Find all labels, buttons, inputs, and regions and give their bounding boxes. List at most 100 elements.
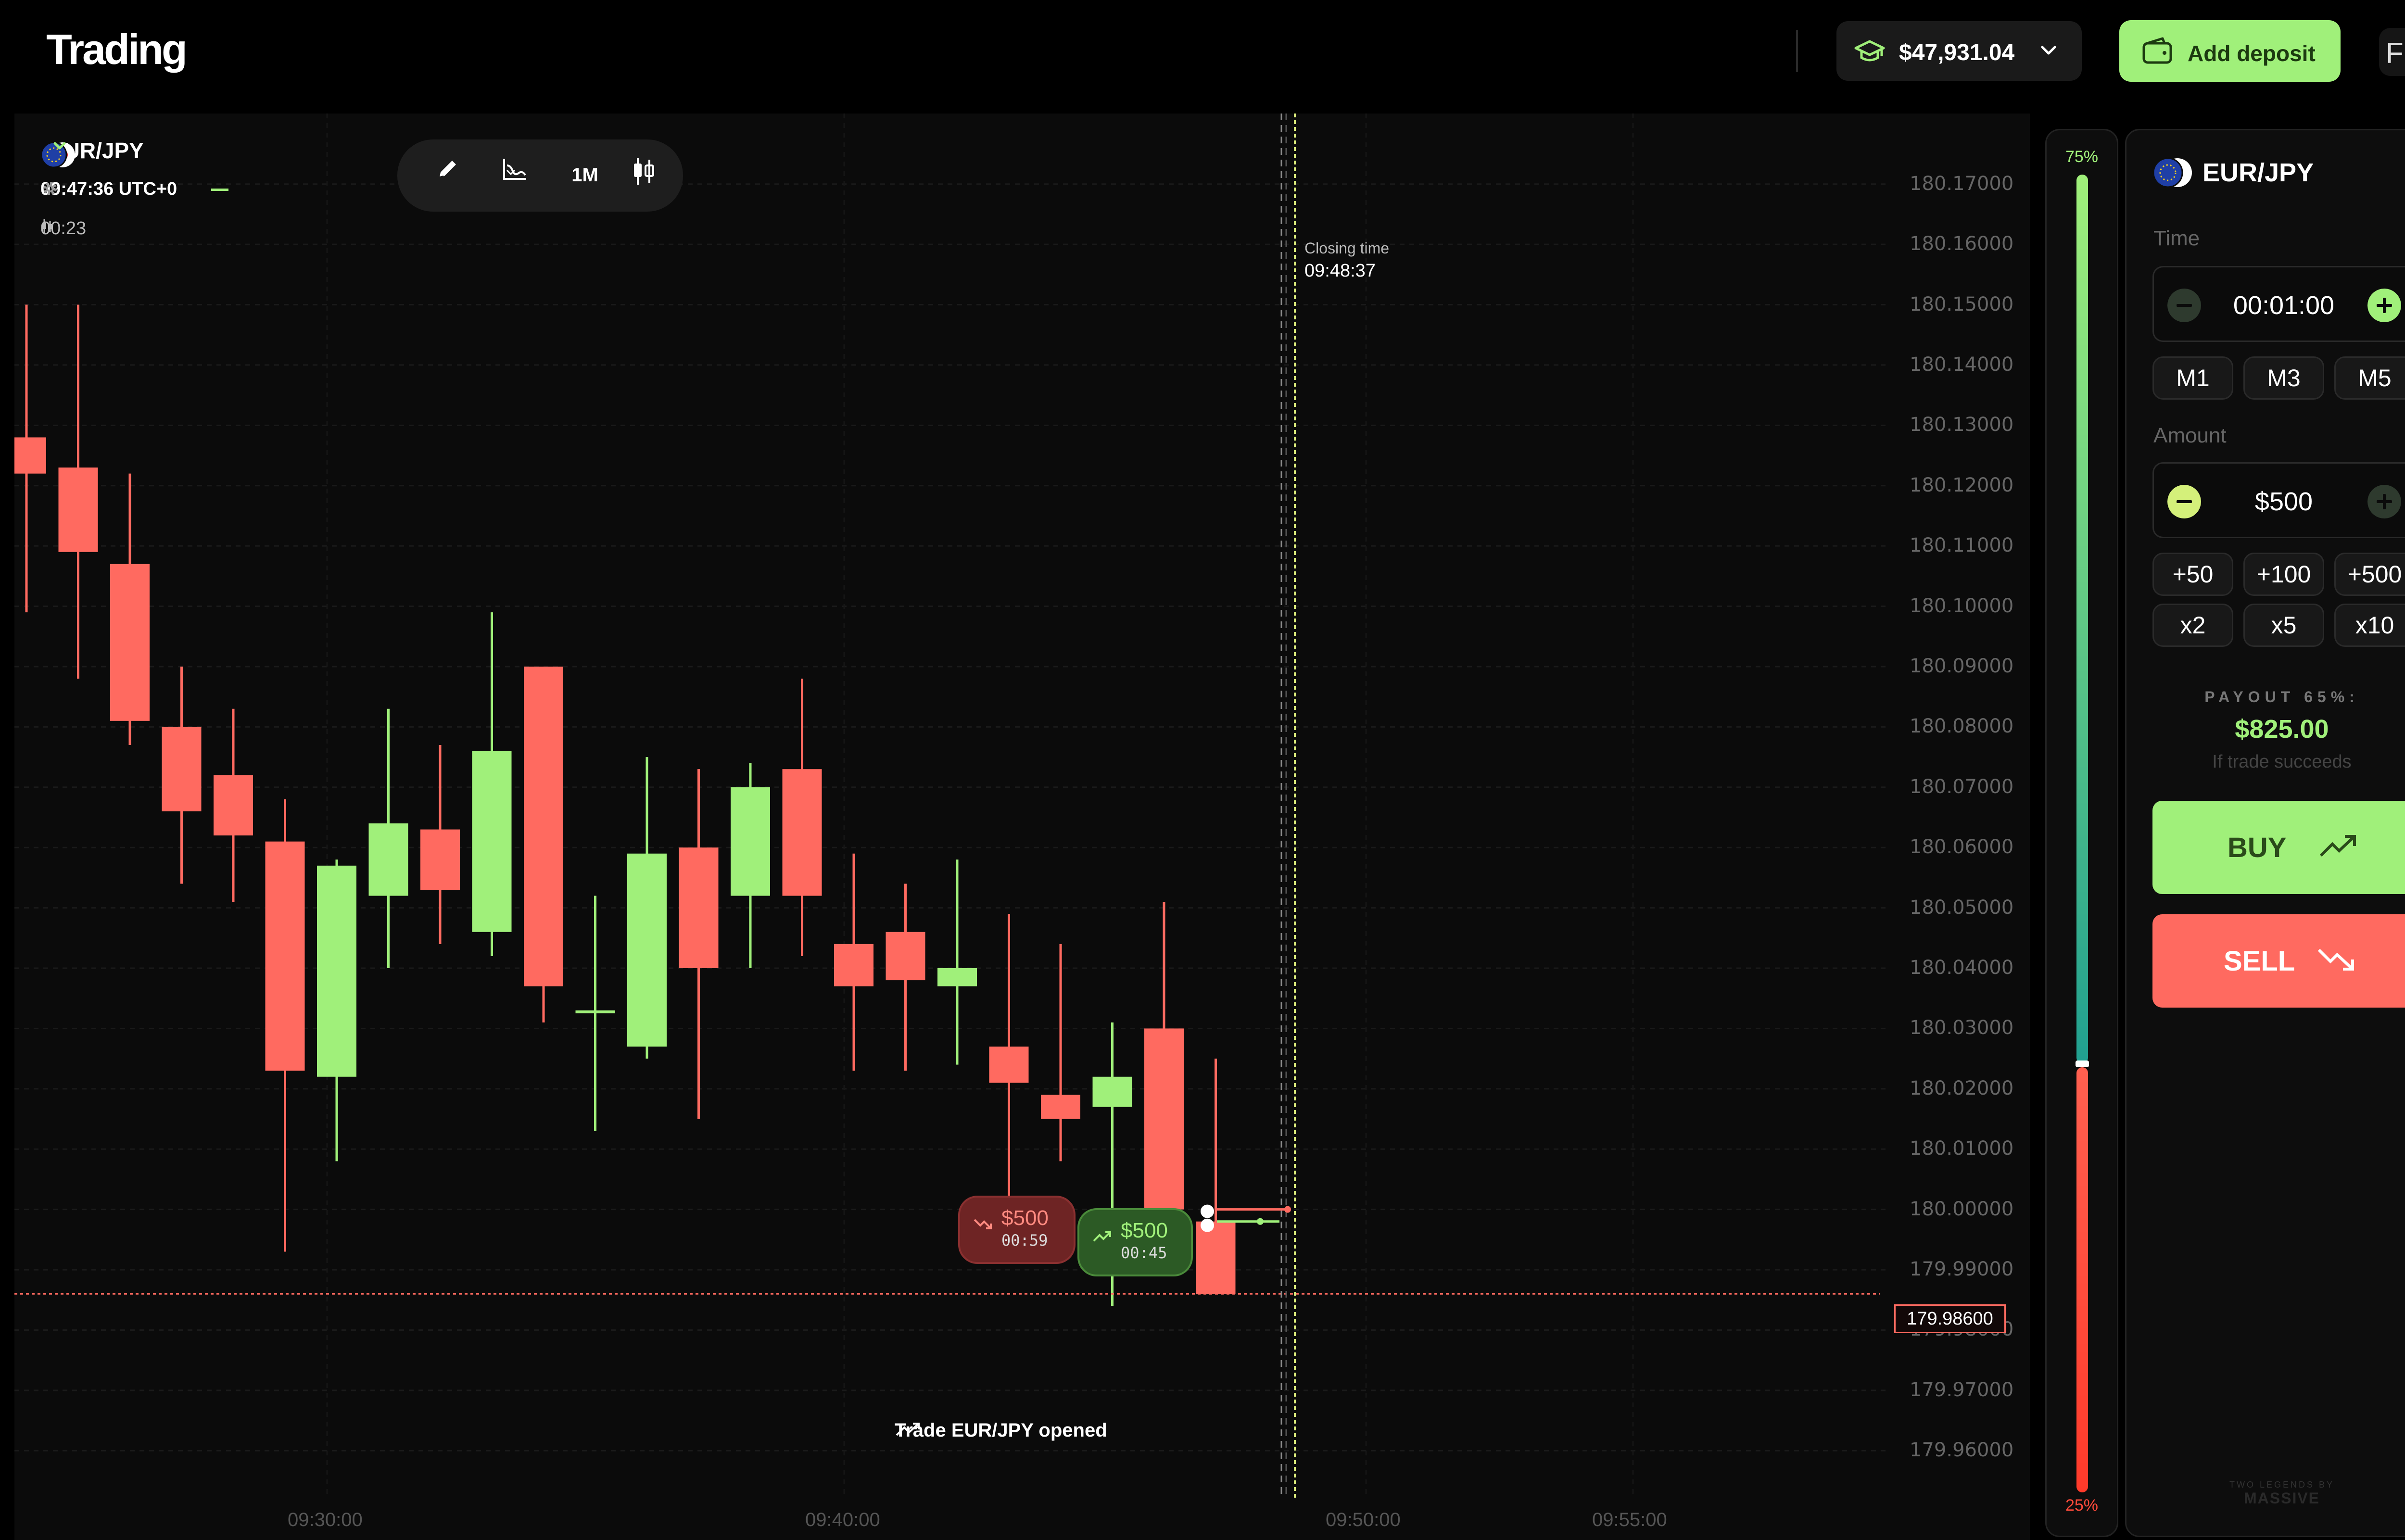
chevron-down-icon	[2037, 38, 2061, 65]
y-axis-tick: 180.16000	[1910, 233, 2014, 255]
time-label: Time	[2153, 227, 2200, 250]
y-axis-tick: 180.12000	[1910, 474, 2014, 496]
closing-time-value: 09:48:37	[1304, 261, 1376, 281]
candle-body	[58, 467, 98, 552]
time-preset-m5[interactable]: M5	[2334, 356, 2405, 400]
amount-add-100[interactable]: +100	[2243, 553, 2324, 596]
indicators-button[interactable]	[500, 156, 539, 194]
chart-toolbar: 1M	[397, 139, 683, 212]
candle-body	[834, 944, 873, 986]
chevron-down-icon	[53, 142, 66, 150]
buy-button[interactable]: BUY	[2152, 801, 2405, 894]
y-axis-tick: 180.09000	[1910, 655, 2014, 677]
plus-icon[interactable]	[2367, 485, 2401, 518]
amount-mult-x10[interactable]: x10	[2334, 604, 2405, 647]
candle-body	[162, 727, 202, 811]
y-axis-tick: 180.13000	[1910, 414, 2014, 436]
trade-entry-dot	[1201, 1218, 1214, 1232]
avatar[interactable]: FH	[2379, 28, 2405, 76]
trade-end-dot	[1257, 1218, 1264, 1225]
candle-body	[1041, 1095, 1080, 1119]
trade-marker-down[interactable]: $500 00:59	[958, 1196, 1076, 1264]
eur-jpy-flag-icon	[2152, 157, 2192, 188]
payout-value: $825.00	[2235, 715, 2329, 744]
candle-body	[14, 437, 46, 474]
candle-body	[214, 775, 253, 836]
candle-body	[472, 751, 512, 932]
y-axis-tick: 180.14000	[1910, 353, 2014, 376]
y-axis-tick: 180.11000	[1910, 534, 2014, 557]
candle-body	[937, 968, 977, 986]
trend-up-icon	[1093, 1231, 1111, 1242]
balance-amount: $47,931.04	[1899, 40, 2015, 65]
amount-label: Amount	[2153, 424, 2227, 447]
y-axis-tick: 180.06000	[1910, 836, 2014, 858]
chart-type-button[interactable]	[629, 156, 668, 194]
candle-body	[1144, 1028, 1184, 1210]
timeframe-button[interactable]: 1M	[566, 156, 604, 194]
candle-body	[420, 829, 460, 890]
time-stepper[interactable]: 00:01:00	[2152, 266, 2405, 342]
candlestick-icon	[634, 158, 654, 185]
y-axis-tick: 179.99000	[1910, 1258, 2014, 1281]
sentiment-up-fill	[2076, 175, 2088, 1063]
candle-body	[679, 847, 719, 969]
sell-button[interactable]: SELL	[2152, 914, 2405, 1008]
balance-selector[interactable]: $47,931.04	[1836, 21, 2082, 81]
buy-label: BUY	[2228, 832, 2287, 863]
y-axis-tick: 180.00000	[1910, 1198, 2014, 1220]
trade-marker-up[interactable]: $500 00:45	[1077, 1208, 1193, 1276]
y-axis-tick: 180.07000	[1910, 775, 2014, 798]
candle-body	[110, 564, 150, 721]
indicator-chart-icon	[503, 159, 526, 180]
draw-tool-button[interactable]	[434, 156, 472, 194]
candle-body	[731, 787, 770, 896]
candle-icon	[42, 219, 52, 234]
payout-subtitle: If trade succeeds	[2212, 752, 2352, 772]
trade-end-dot	[1284, 1206, 1291, 1213]
trade-countdown: 00:59	[1001, 1231, 1048, 1250]
sell-label: SELL	[2224, 946, 2295, 977]
brand-logo: MASSIVE	[2243, 1490, 2320, 1507]
x-axis-tick: 09:40:00	[805, 1509, 880, 1530]
trade-notification: Trade EUR/JPY opened	[895, 1420, 1107, 1441]
y-axis-tick: 180.03000	[1910, 1017, 2014, 1039]
time-preset-m1[interactable]: M1	[2152, 356, 2233, 400]
clock-text: 09:47:36 UTC+0	[40, 179, 177, 199]
candle-body	[575, 1010, 615, 1013]
candle-body	[886, 932, 925, 981]
sentiment-up-pct: 75%	[2065, 148, 2099, 166]
candle-body	[265, 841, 305, 1071]
trend-down-icon	[974, 1219, 992, 1229]
x-axis-tick: 09:50:00	[1326, 1509, 1401, 1530]
y-axis-tick: 179.97000	[1910, 1378, 2014, 1401]
wallet-icon	[2141, 37, 2173, 68]
amount-add-50[interactable]: +50	[2152, 553, 2233, 596]
payout-label: PAYOUT 65%:	[2204, 688, 2359, 706]
add-deposit-button[interactable]: Add deposit	[2119, 20, 2341, 82]
avatar-initials: FH	[2386, 37, 2405, 69]
header-divider	[1796, 30, 1798, 72]
candle-body	[1092, 1076, 1132, 1107]
y-axis-tick: 180.10000	[1910, 594, 2014, 617]
y-axis-tick: 180.15000	[1910, 293, 2014, 316]
amount-stepper[interactable]: $500	[2152, 462, 2405, 538]
time-preset-m3[interactable]: M3	[2243, 356, 2324, 400]
amount-mult-x2[interactable]: x2	[2152, 604, 2233, 647]
price-chart[interactable]: EUR/JPY 09:47:36 UTC+0 00:23 1M Closing …	[14, 114, 2030, 1540]
y-axis-tick: 180.08000	[1910, 715, 2014, 738]
candle-body	[782, 769, 822, 896]
candle-body	[317, 865, 356, 1077]
candle-body	[368, 823, 408, 896]
notification-text: Trade EUR/JPY opened	[895, 1420, 1107, 1441]
plus-icon[interactable]	[2367, 289, 2401, 322]
candle-body	[524, 666, 563, 986]
amount-add-500[interactable]: +500	[2334, 553, 2405, 596]
y-axis-tick: 180.05000	[1910, 896, 2014, 919]
trend-up-icon	[896, 1423, 920, 1436]
sentiment-divider	[2076, 1060, 2089, 1067]
x-axis-tick: 09:55:00	[1592, 1509, 1667, 1530]
chart-pair-selector[interactable]: EUR/JPY	[41, 138, 144, 168]
candlestick-chart[interactable]	[14, 114, 2030, 1540]
amount-mult-x5[interactable]: x5	[2243, 604, 2324, 647]
